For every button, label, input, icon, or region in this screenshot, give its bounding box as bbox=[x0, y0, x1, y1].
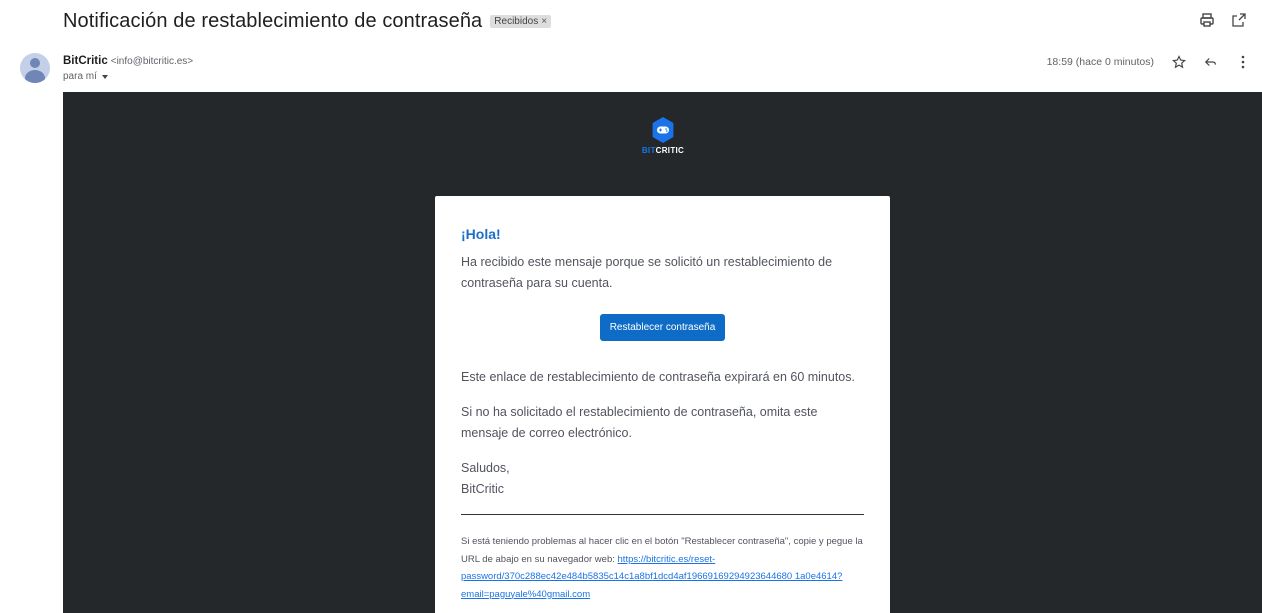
email-signature: BitCritic bbox=[461, 482, 505, 496]
sender-email: <info@bitcritic.es> bbox=[110, 56, 194, 67]
sender-avatar[interactable] bbox=[20, 53, 50, 83]
sender-name[interactable]: BitCritic bbox=[63, 55, 108, 67]
avatar-head bbox=[30, 58, 40, 68]
sender-line: BitCritic <info@bitcritic.es> bbox=[63, 55, 193, 67]
email-greeting: ¡Hola! bbox=[461, 226, 501, 242]
bitcritic-logo[interactable]: BITCRITIC bbox=[633, 116, 693, 155]
email-intro: Ha recibido este mensaje porque se solic… bbox=[461, 255, 833, 290]
star-icon[interactable] bbox=[1170, 53, 1188, 71]
email-subject: Notificación de restablecimiento de cont… bbox=[63, 9, 483, 32]
avatar-body bbox=[25, 70, 45, 83]
cta-wrapper: Restablecer contraseña bbox=[461, 314, 864, 341]
more-vert-icon[interactable] bbox=[1234, 53, 1252, 71]
divider bbox=[461, 514, 864, 515]
trouble-text: Si está teniendo problemas al hacer clic… bbox=[461, 533, 864, 603]
subject-row: Notificación de restablecimiento de cont… bbox=[63, 6, 552, 36]
reply-icon[interactable] bbox=[1202, 53, 1220, 71]
recipient-details-dropdown-icon[interactable] bbox=[101, 74, 108, 79]
email-regards: Saludos, bbox=[461, 461, 510, 475]
logo-critic: CRITIC bbox=[655, 146, 685, 155]
inbox-label-chip[interactable]: Recibidos × bbox=[490, 14, 552, 28]
open-in-new-window-icon[interactable] bbox=[1230, 11, 1248, 29]
email-body: BITCRITIC ¡Hola! Ha recibido este mensaj… bbox=[63, 92, 1262, 613]
email-ignore: Si no ha solicitado el restablecimiento … bbox=[461, 405, 818, 440]
message-meta: 18:59 (hace 0 minutos) bbox=[1047, 53, 1252, 71]
email-expiry: Este enlace de restablecimiento de contr… bbox=[461, 370, 855, 384]
label-text: Recibidos bbox=[494, 15, 539, 27]
reset-password-button[interactable]: Restablecer contraseña bbox=[599, 314, 726, 341]
recipient-text: para mí bbox=[63, 71, 97, 82]
top-actions bbox=[1198, 11, 1248, 29]
print-icon[interactable] bbox=[1198, 11, 1216, 29]
message-time: 18:59 (hace 0 minutos) bbox=[1046, 56, 1154, 68]
gamepad-logo-icon bbox=[651, 116, 675, 144]
remove-label-icon[interactable]: × bbox=[541, 16, 547, 27]
logo-wordmark: BITCRITIC bbox=[633, 146, 693, 155]
logo-bit: BIT bbox=[641, 146, 656, 155]
recipient-line[interactable]: para mí bbox=[63, 71, 108, 82]
email-card: ¡Hola! Ha recibido este mensaje porque s… bbox=[435, 196, 890, 613]
